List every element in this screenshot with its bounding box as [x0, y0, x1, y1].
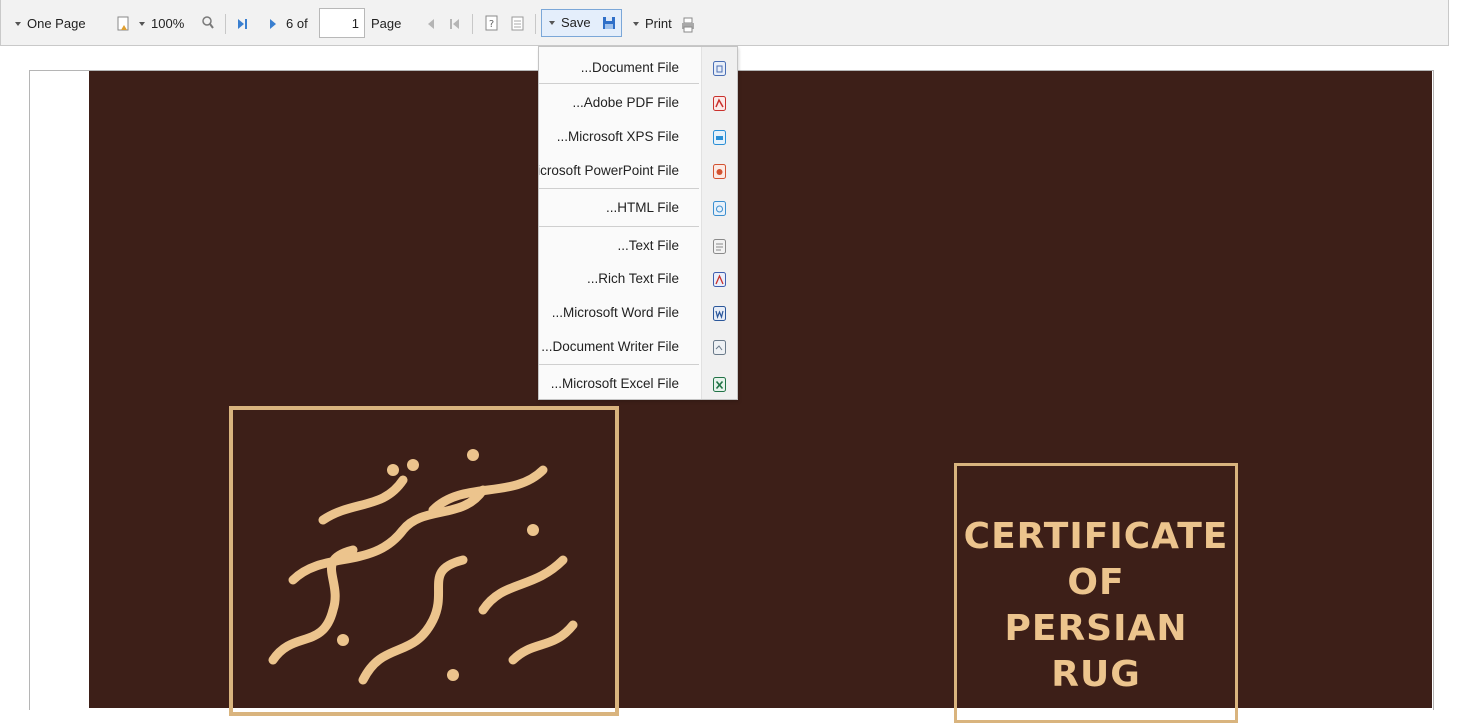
printer-icon[interactable]	[681, 17, 695, 33]
help-icon[interactable]: ?	[485, 15, 499, 31]
certificate-line: CERTIFICATE	[963, 516, 1229, 557]
persian-calligraphy-logo	[229, 406, 619, 716]
svg-text:?: ?	[489, 19, 494, 30]
toolbar-separator	[535, 14, 536, 34]
menu-item-label: ...Microsoft Excel File	[550, 376, 679, 391]
menu-item-label: ...Microsoft XPS File	[556, 129, 679, 144]
powerpoint-file-icon	[713, 164, 726, 179]
menu-separator	[539, 188, 699, 189]
menu-item-label: ...Microsoft Word File	[551, 305, 679, 320]
view-mode-dropdown[interactable]: One Page	[13, 14, 86, 34]
dropdown-arrow-icon	[633, 21, 639, 26]
menu-item-html-file[interactable]: ...HTML File	[539, 193, 737, 223]
menu-item-label: ...HTML File	[605, 200, 679, 215]
calligraphy-logo-icon	[268, 449, 578, 685]
certificate-title-box: CERTIFICATE OF PERSIAN RUG	[954, 463, 1238, 723]
certificate-line: RUG	[1051, 654, 1141, 695]
menu-item-excel-file[interactable]: ...Microsoft Excel File	[539, 369, 737, 399]
certificate-line: OF	[1067, 562, 1125, 603]
toolbar-separator	[225, 14, 226, 34]
text-file-icon	[713, 239, 726, 254]
save-label: Save	[561, 15, 591, 30]
menu-item-pdf-file[interactable]: ...Adobe PDF File	[539, 88, 737, 118]
menu-item-label: ...Adobe PDF File	[572, 95, 679, 110]
zoom-dropdown[interactable]: 100%	[137, 14, 184, 34]
menu-item-rich-text-file[interactable]: ...Rich Text File	[539, 264, 737, 294]
menu-item-text-file[interactable]: ...Text File	[539, 231, 737, 261]
menu-item-xps-file[interactable]: ...Microsoft XPS File	[539, 122, 737, 152]
menu-item-writer-file[interactable]: ...Document Writer File	[539, 332, 737, 362]
dropdown-arrow-icon	[549, 20, 555, 25]
menu-item-powerpoint-file[interactable]: Microsoft PowerPoint File	[538, 156, 737, 186]
menu-separator	[539, 226, 699, 227]
zoom-label: 100%	[151, 16, 185, 31]
page-count: 6 of	[286, 16, 308, 31]
menu-item-label: Microsoft PowerPoint File	[538, 163, 679, 178]
menu-item-label: ...Rich Text File	[586, 271, 679, 286]
menu-item-document-file[interactable]: ...Document File	[539, 53, 737, 83]
report-viewer-toolbar: One Page 100% 6 of Page ? Save	[0, 0, 1449, 46]
menu-item-label: ...Document File	[580, 60, 679, 75]
writer-file-icon	[713, 340, 726, 355]
document-map-icon[interactable]	[511, 16, 525, 32]
save-format-menu: ...Document File ...Adobe PDF File ...Mi…	[538, 46, 738, 400]
page-number-input[interactable]	[319, 8, 365, 38]
excel-file-icon	[713, 377, 726, 392]
previous-page-icon[interactable]	[424, 17, 438, 33]
document-file-icon	[713, 61, 726, 76]
view-mode-label: One Page	[27, 16, 86, 31]
certificate-line: PERSIAN	[1004, 608, 1188, 649]
rich-text-file-icon	[713, 272, 726, 287]
dropdown-arrow-icon	[139, 21, 145, 26]
toolbar-separator	[472, 14, 473, 34]
save-button-content: Save	[547, 13, 591, 33]
menu-item-label: ...Document Writer File	[541, 339, 679, 354]
page-label: Page	[371, 16, 402, 31]
save-button[interactable]: Save	[541, 9, 622, 37]
print-label: Print	[645, 16, 672, 31]
save-disk-icon	[603, 17, 615, 29]
pdf-file-icon	[713, 96, 726, 111]
menu-item-word-file[interactable]: ...Microsoft Word File	[539, 298, 737, 328]
next-page-icon[interactable]	[267, 17, 281, 33]
menu-separator	[539, 83, 699, 84]
one-page-icon[interactable]	[117, 16, 131, 32]
word-file-icon	[713, 306, 726, 321]
print-button[interactable]: Print	[631, 14, 672, 34]
menu-item-label: ...Text File	[617, 238, 679, 253]
zoom-magnifier-icon[interactable]	[201, 15, 215, 31]
xps-file-icon	[713, 130, 726, 145]
menu-separator	[539, 364, 699, 365]
last-page-icon[interactable]	[236, 17, 250, 33]
first-page-icon[interactable]	[448, 17, 462, 33]
html-file-icon	[713, 201, 726, 216]
dropdown-arrow-icon	[15, 21, 21, 26]
